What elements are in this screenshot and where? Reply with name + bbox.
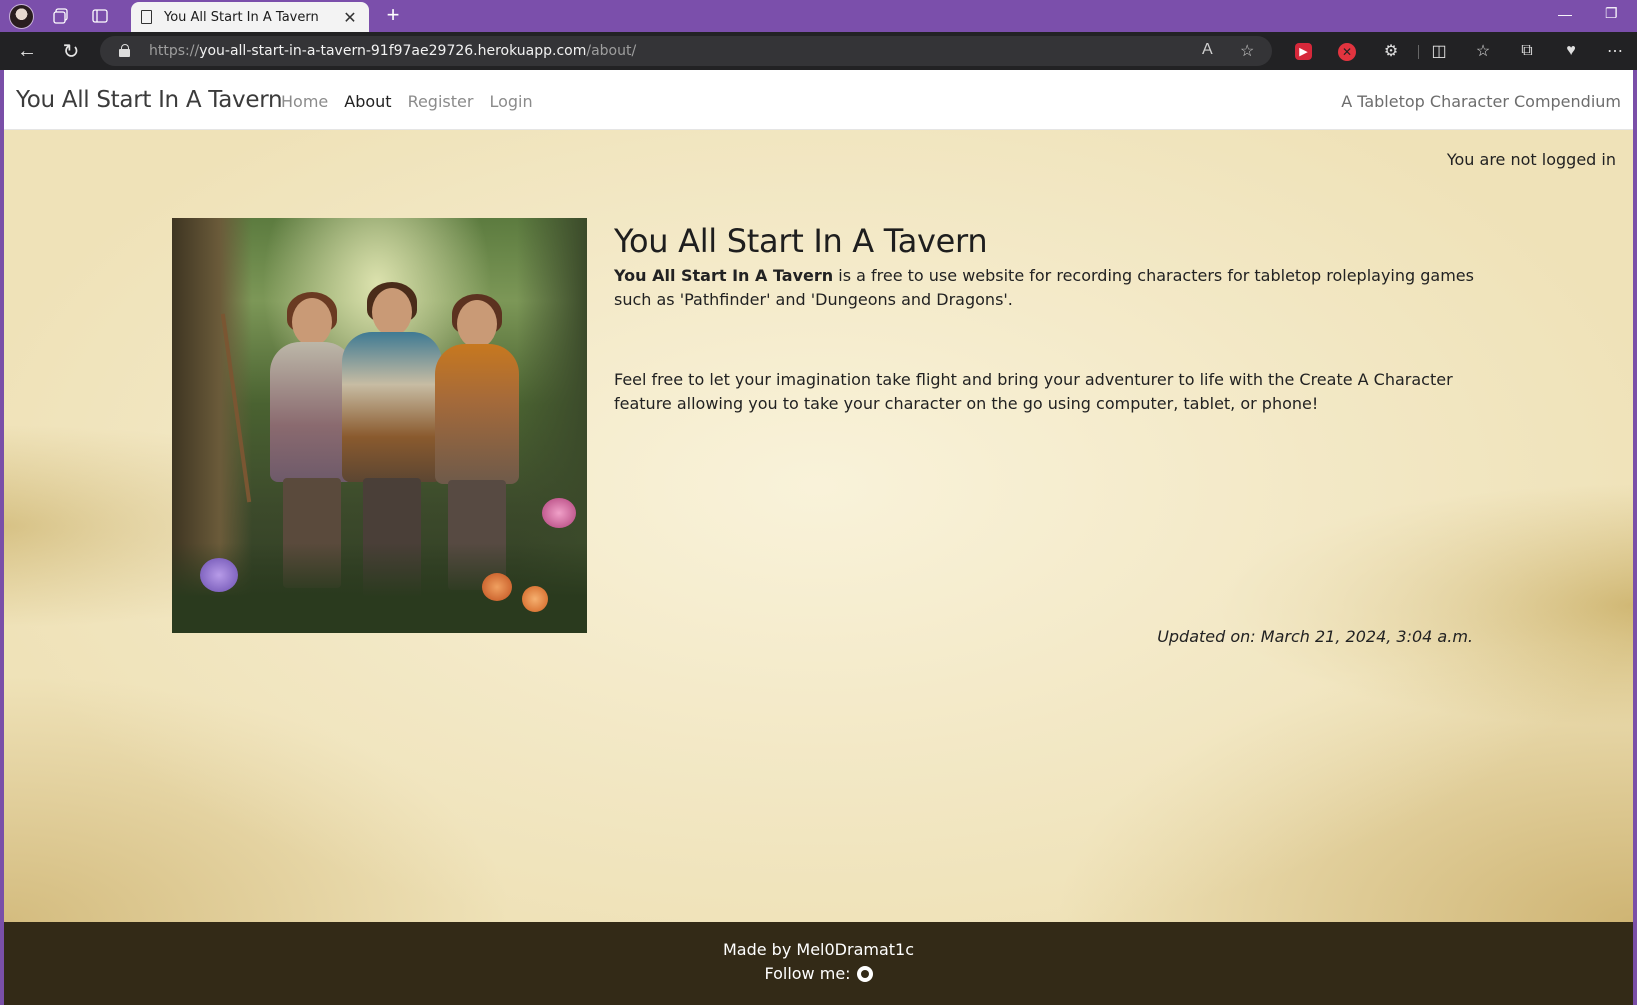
site-brand[interactable]: You All Start In A Tavern <box>16 87 283 113</box>
document-icon <box>141 10 152 24</box>
site-footer: Made by Mel0Dramat1c Follow me: <box>4 922 1633 1005</box>
nav-link-login[interactable]: Login <box>489 92 532 111</box>
nav-links: Home About Register Login <box>281 92 533 111</box>
footer-follow: Follow me: <box>4 964 1633 983</box>
extension-icon[interactable]: ⚙ <box>1380 40 1402 62</box>
browser-toolbar: ← ↻ https://you-all-start-in-a-tavern-91… <box>0 32 1637 70</box>
favorite-star-icon[interactable]: ☆ <box>1240 41 1254 61</box>
address-bar[interactable]: https://you-all-start-in-a-tavern-91f97a… <box>100 36 1272 66</box>
github-icon[interactable] <box>856 965 873 982</box>
about-intro: You All Start In A Tavern is a free to u… <box>614 264 1474 312</box>
read-aloud-icon[interactable]: A <box>1202 41 1213 59</box>
refresh-icon[interactable]: ↻ <box>58 39 84 63</box>
login-status: You are not logged in <box>1446 150 1616 169</box>
back-icon[interactable]: ← <box>14 39 40 63</box>
close-icon[interactable]: ✕ <box>341 8 359 27</box>
site-navbar: You All Start In A Tavern Home About Reg… <box>4 70 1633 130</box>
nav-link-home[interactable]: Home <box>281 92 328 111</box>
about-intro-bold: You All Start In A Tavern <box>614 266 834 285</box>
tab-actions-icon[interactable] <box>87 4 113 28</box>
browser-titlebar: You All Start In A Tavern ✕ + — ❐ <box>0 0 1637 32</box>
adventurers-image <box>172 218 587 633</box>
profile-avatar-icon[interactable] <box>9 4 34 29</box>
extension-blocker-icon[interactable]: ✕ <box>1338 43 1356 61</box>
browser-essentials-icon[interactable]: ♥ <box>1560 40 1582 62</box>
lock-icon[interactable] <box>119 44 131 58</box>
main-content: You are not logged in You All Start In A… <box>4 130 1633 922</box>
tab-title: You All Start In A Tavern <box>164 9 319 25</box>
footer-made-by: Made by Mel0Dramat1c <box>722 940 915 959</box>
split-screen-icon[interactable]: ◫ <box>1428 40 1450 62</box>
collections-icon[interactable]: ⧉ <box>1516 40 1538 62</box>
footer-follow-label: Follow me: <box>764 964 851 983</box>
web-page: You All Start In A Tavern Home About Reg… <box>4 70 1633 1005</box>
updated-timestamp: Updated on: March 21, 2024, 3:04 a.m. <box>1157 627 1473 646</box>
about-title: You All Start In A Tavern <box>614 222 988 260</box>
favorites-icon[interactable]: ☆ <box>1472 40 1494 62</box>
more-icon[interactable]: ⋯ <box>1604 40 1626 62</box>
nav-link-register[interactable]: Register <box>408 92 474 111</box>
new-tab-icon[interactable]: + <box>382 4 404 26</box>
restore-icon[interactable]: ❐ <box>1605 5 1618 22</box>
active-tab[interactable]: You All Start In A Tavern ✕ <box>131 2 369 32</box>
extension-red-icon[interactable]: ▶ <box>1295 43 1312 60</box>
url-text[interactable]: https://you-all-start-in-a-tavern-91f97a… <box>149 43 636 59</box>
nav-link-about[interactable]: About <box>344 92 391 111</box>
about-description: Feel free to let your imagination take f… <box>614 370 1453 413</box>
site-tagline: A Tabletop Character Compendium <box>1341 92 1621 111</box>
toolbar-divider <box>1418 45 1419 59</box>
workspaces-icon[interactable] <box>48 4 74 28</box>
minimize-icon[interactable]: — <box>1558 6 1572 22</box>
